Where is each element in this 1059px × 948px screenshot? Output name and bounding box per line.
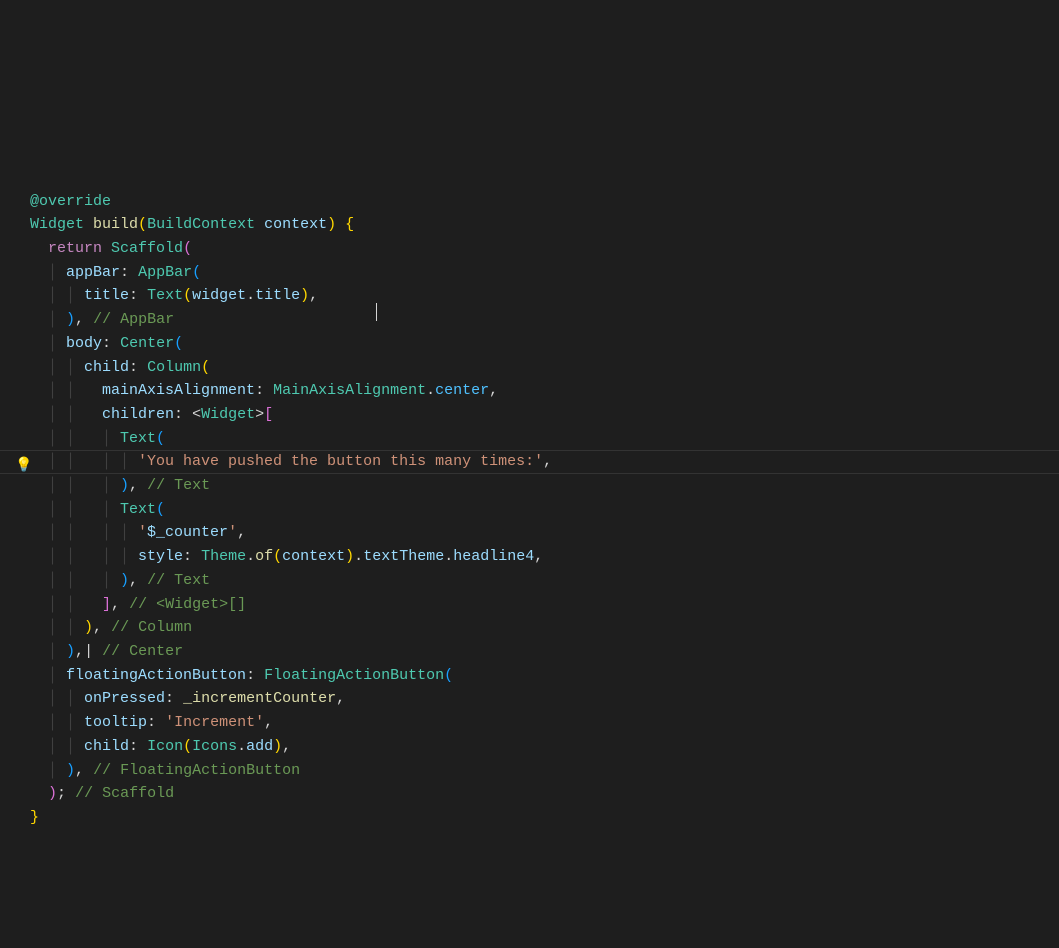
comment-center: // Center bbox=[102, 643, 183, 660]
field-title: title bbox=[255, 287, 300, 304]
keyword-return: return bbox=[48, 240, 102, 257]
comment-fab: // FloatingActionButton bbox=[93, 762, 300, 779]
class-center: Center bbox=[120, 335, 174, 352]
prop-style: style bbox=[138, 548, 183, 565]
code-editor[interactable]: @override Widget build(BuildContext cont… bbox=[0, 190, 1059, 830]
class-text-2: Text bbox=[120, 501, 156, 518]
class-theme: Theme bbox=[201, 548, 246, 565]
class-scaffold: Scaffold bbox=[111, 240, 183, 257]
param-context-2: context bbox=[282, 548, 345, 565]
text-cursor bbox=[376, 303, 377, 321]
string-counter-close: ' bbox=[228, 524, 237, 541]
class-icons: Icons bbox=[192, 738, 237, 755]
comment-column: // Column bbox=[111, 619, 192, 636]
func-incrementcounter: _incrementCounter bbox=[183, 690, 336, 707]
prop-child: child bbox=[84, 359, 129, 376]
lightbulb-icon[interactable]: 💡 bbox=[15, 455, 32, 479]
prop-body: body bbox=[66, 335, 102, 352]
string-pushed: 'You have pushed the button this many ti… bbox=[138, 453, 543, 470]
type-buildcontext: BuildContext bbox=[147, 216, 255, 233]
param-context: context bbox=[264, 216, 327, 233]
prop-child-icon: child bbox=[84, 738, 129, 755]
prop-children: children bbox=[102, 406, 174, 423]
method-of: of bbox=[255, 548, 273, 565]
var-widget: widget bbox=[192, 287, 246, 304]
prop-fab: floatingActionButton bbox=[66, 667, 246, 684]
prop-mainaxisalignment: mainAxisAlignment bbox=[102, 382, 255, 399]
interp-counter: $_counter bbox=[147, 524, 228, 541]
prop-appbar: appBar bbox=[66, 264, 120, 281]
annotation-override: @override bbox=[30, 193, 111, 210]
prop-add: add bbox=[246, 738, 273, 755]
type-widget-list: Widget bbox=[201, 406, 255, 423]
comment-scaffold: // Scaffold bbox=[75, 785, 174, 802]
prop-texttheme: textTheme bbox=[363, 548, 444, 565]
method-build: build bbox=[93, 216, 138, 233]
class-appbar: AppBar bbox=[138, 264, 192, 281]
comment-appbar: // AppBar bbox=[93, 311, 174, 328]
comment-widgetlist: // <Widget>[] bbox=[129, 596, 246, 613]
prop-tooltip: tooltip bbox=[84, 714, 147, 731]
class-text: Text bbox=[147, 287, 183, 304]
type-widget: Widget bbox=[30, 216, 84, 233]
class-fab: FloatingActionButton bbox=[264, 667, 444, 684]
prop-headline4: headline4 bbox=[453, 548, 534, 565]
class-column: Column bbox=[147, 359, 201, 376]
enum-center: center bbox=[435, 382, 489, 399]
comment-text-1: // Text bbox=[147, 477, 210, 494]
prop-onpressed: onPressed bbox=[84, 690, 165, 707]
comment-text-2: // Text bbox=[147, 572, 210, 589]
class-icon: Icon bbox=[147, 738, 183, 755]
string-counter-open: ' bbox=[138, 524, 147, 541]
class-text-1: Text bbox=[120, 430, 156, 447]
class-mainaxisalignment: MainAxisAlignment bbox=[273, 382, 426, 399]
string-increment: 'Increment' bbox=[165, 714, 264, 731]
prop-title: title bbox=[84, 287, 129, 304]
